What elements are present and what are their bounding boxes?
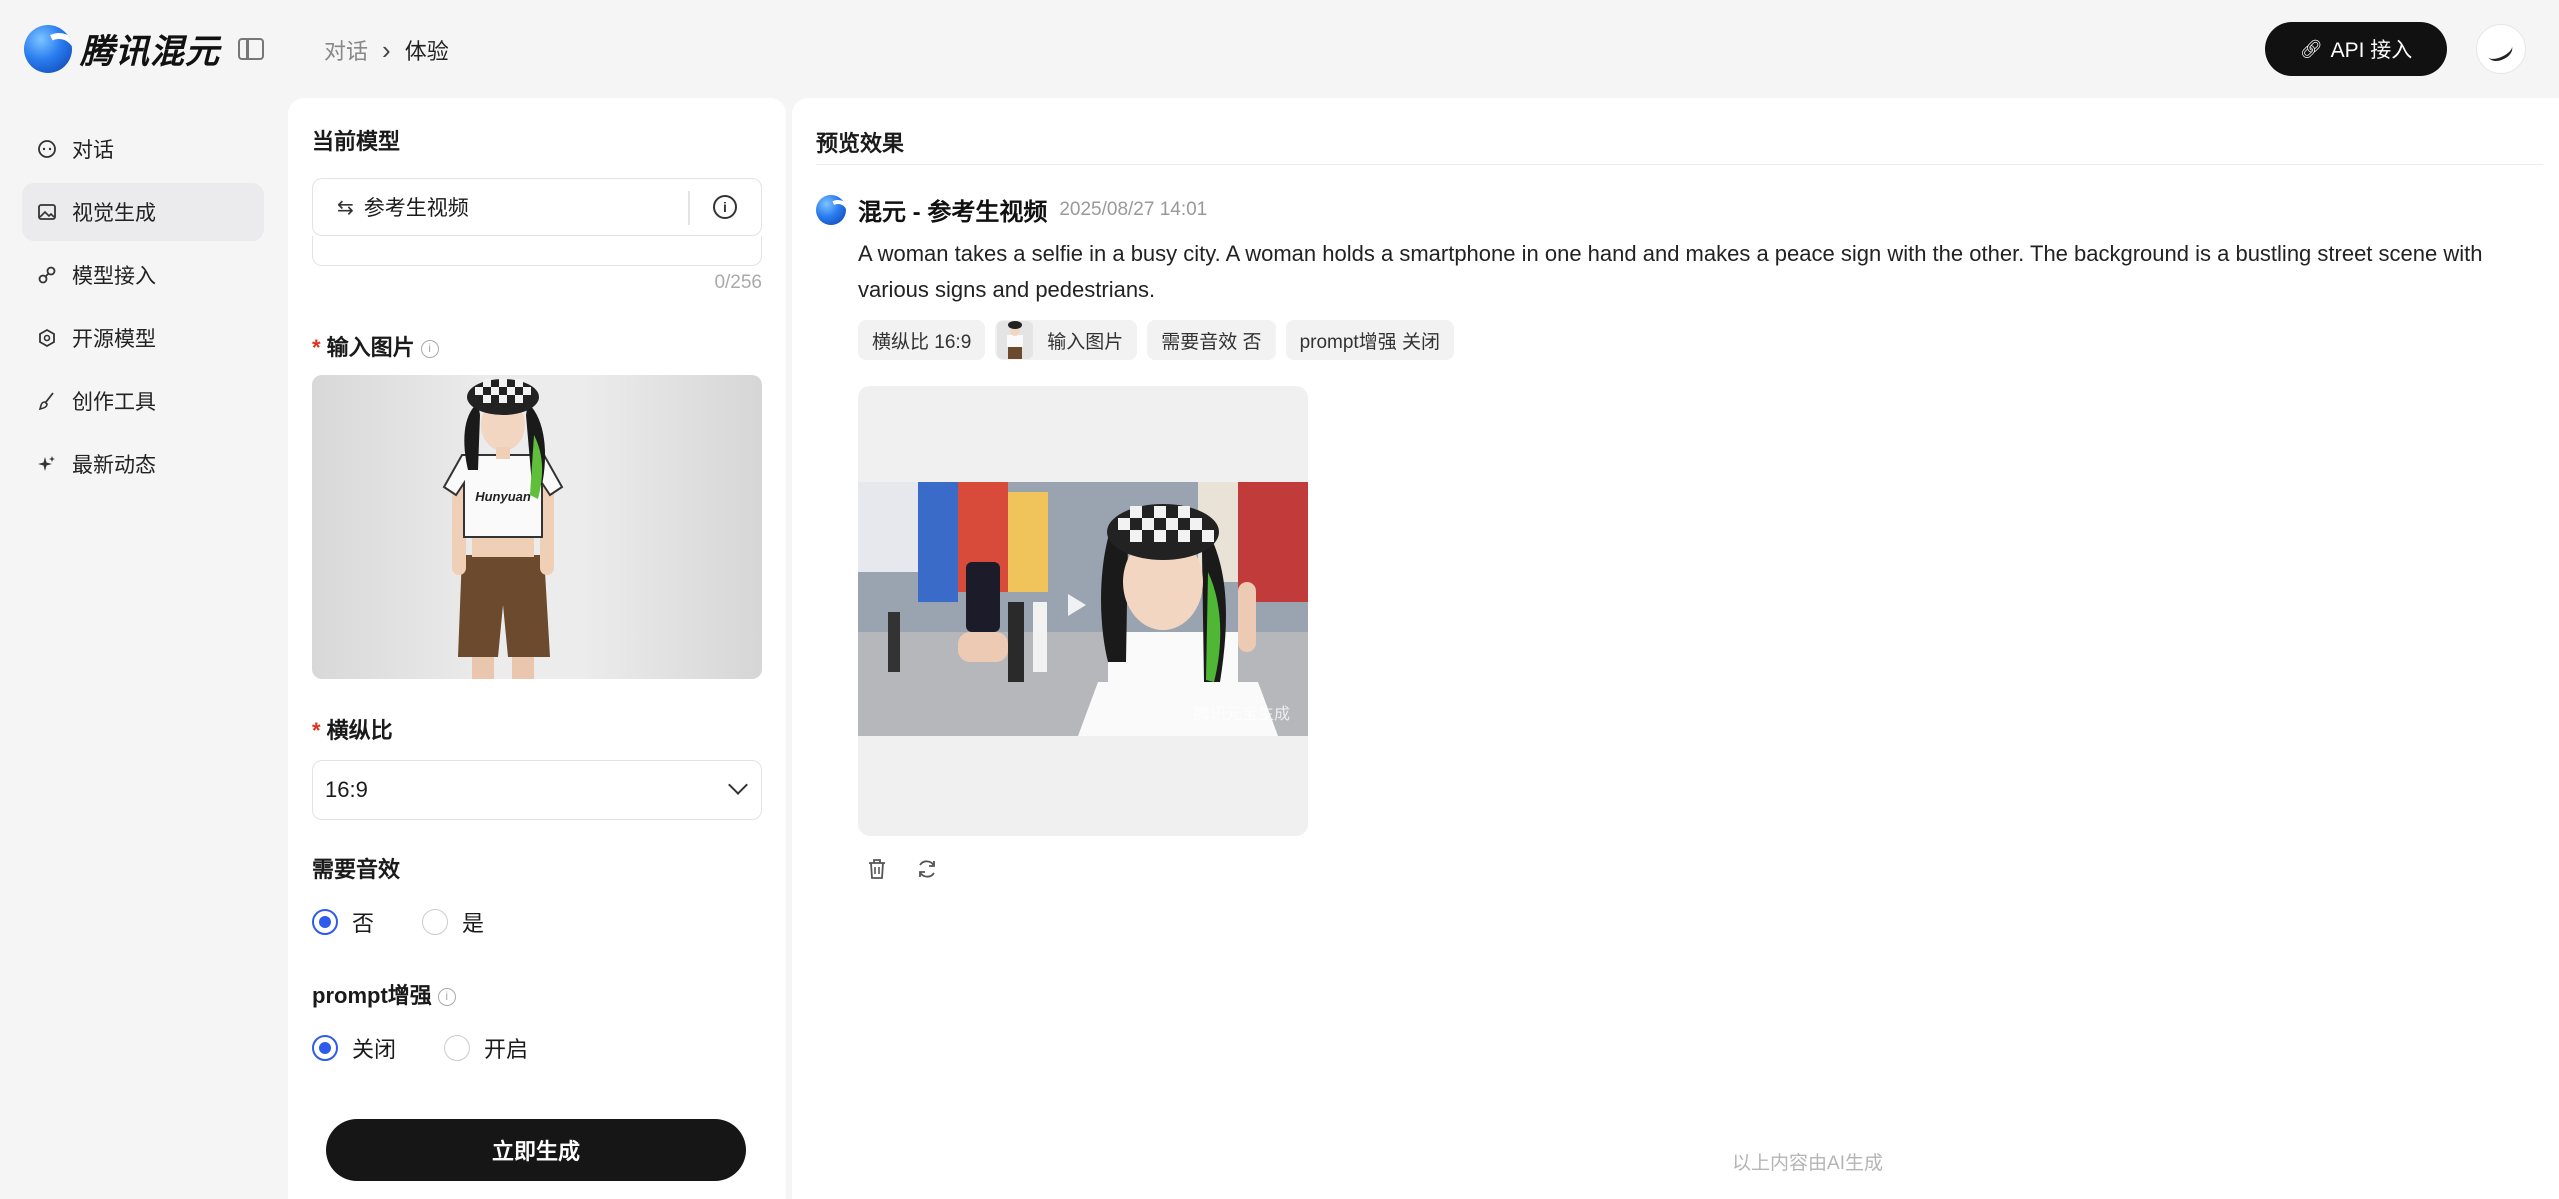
hunyuan-logo-icon xyxy=(816,194,846,225)
delete-icon[interactable] xyxy=(864,856,890,882)
radio-unselected-icon xyxy=(422,909,449,935)
prompt-enhance-radio-group: 关闭 开启 xyxy=(312,1032,576,1064)
aspect-ratio-label: 横纵比 xyxy=(326,718,393,743)
tag-aspect-ratio: 横纵比 16:9 xyxy=(858,320,986,360)
message-header: 混元 - 参考生视频 2025/08/27 14:01 xyxy=(816,192,1207,227)
ai-generated-note: 以上内容由AI生成 xyxy=(1732,1153,1883,1174)
top-bar: 腾讯混元 对话 › 体验 🔗︎ API 接入 xyxy=(0,0,2559,96)
prompt-enhance-label: prompt增强 xyxy=(312,983,432,1008)
chevron-down-icon xyxy=(728,775,748,795)
aspect-ratio-value: 16:9 xyxy=(325,777,368,802)
prompt-enhance-option-on[interactable]: 开启 xyxy=(444,1032,528,1064)
preview-title: 预览效果 xyxy=(816,131,905,156)
generate-button[interactable]: 立即生成 xyxy=(326,1119,746,1181)
sidebar-item-label: 开源模型 xyxy=(72,328,156,351)
sidebar-item-label: 对话 xyxy=(72,139,114,162)
audio-option-no[interactable]: 否 xyxy=(312,906,374,938)
message-timestamp: 2025/08/27 14:01 xyxy=(1059,198,1208,220)
sidebar-item-news[interactable]: 最新动态 xyxy=(22,435,264,493)
video-watermark: 腾讯元宝生成 xyxy=(1193,706,1290,723)
image-icon xyxy=(36,201,58,223)
settings-panel: 当前模型 ⇆ 参考生视频 i 0/256 * 输入图片 i Hunyuan * … xyxy=(288,98,786,1199)
logo[interactable]: 腾讯混元 xyxy=(24,24,220,73)
model-selector[interactable]: ⇆ 参考生视频 i xyxy=(312,178,762,236)
radio-selected-icon xyxy=(312,1035,338,1061)
play-icon[interactable] xyxy=(1068,594,1086,616)
sidebar-item-label: 模型接入 xyxy=(72,265,156,288)
swap-icon: ⇆ xyxy=(337,196,354,219)
audio-title: 需要音效 xyxy=(312,857,401,882)
message-author: 混元 - 参考生视频 xyxy=(858,199,1048,226)
video-result-card[interactable]: Hunyuan 腾讯元宝生成 xyxy=(858,386,1308,836)
video-thumbnail[interactable]: Hunyuan 腾讯元宝生成 xyxy=(858,482,1308,736)
sidebar-toggle-icon[interactable] xyxy=(238,38,264,60)
avatar[interactable] xyxy=(2476,24,2526,74)
sidebar-item-chat[interactable]: 对话 xyxy=(22,120,264,178)
sidebar-item-open-source[interactable]: 开源模型 xyxy=(22,309,264,367)
link-icon: 🔗︎ xyxy=(2299,38,2323,59)
breadcrumb: 对话 › 体验 xyxy=(324,34,449,66)
sparkle-icon xyxy=(36,453,58,475)
current-model-title: 当前模型 xyxy=(312,129,401,154)
tag-audio: 需要音效 否 xyxy=(1147,320,1276,360)
message-prompt: A woman takes a selfie in a busy city. A… xyxy=(858,241,2483,302)
radio-unselected-icon xyxy=(444,1035,471,1061)
radio-label: 是 xyxy=(462,911,485,936)
brush-icon xyxy=(36,390,58,412)
sidebar-item-label: 最新动态 xyxy=(72,454,156,477)
open-source-icon xyxy=(36,327,58,349)
audio-radio-group: 否 是 xyxy=(312,906,532,938)
tag-label: 输入图片 xyxy=(1047,331,1124,353)
tag-prompt-enhance: prompt增强 关闭 xyxy=(1285,320,1454,360)
aspect-ratio-title: * 横纵比 xyxy=(312,713,393,745)
input-image-title: * 输入图片 i xyxy=(312,330,439,362)
sidebar-nav: 对话 视觉生成 模型接入 开源模型 创作工具 最新动态 xyxy=(22,120,264,498)
hunyuan-logo-icon xyxy=(24,24,72,73)
message-actions xyxy=(864,856,964,882)
info-icon[interactable]: i xyxy=(713,195,737,219)
chevron-right-icon: › xyxy=(382,35,391,65)
regenerate-icon[interactable] xyxy=(914,856,940,882)
input-image-thumbnail xyxy=(997,321,1034,359)
prompt-input[interactable] xyxy=(312,236,762,266)
sidebar-item-creative-tools[interactable]: 创作工具 xyxy=(22,372,264,430)
preview-panel: 预览效果 混元 - 参考生视频 2025/08/27 14:01 A woman… xyxy=(792,98,2559,1199)
prompt-enhance-option-off[interactable]: 关闭 xyxy=(312,1032,396,1064)
prompt-char-counter: 0/256 xyxy=(714,272,762,293)
tag-input-image[interactable]: 输入图片 xyxy=(995,320,1138,360)
breadcrumb-item-current: 体验 xyxy=(404,39,449,64)
breadcrumb-item-chat[interactable]: 对话 xyxy=(324,34,368,66)
sidebar-item-visual-generation[interactable]: 视觉生成 xyxy=(22,183,264,241)
radio-label: 否 xyxy=(352,911,375,936)
radio-label: 开启 xyxy=(484,1037,529,1062)
chat-icon xyxy=(36,138,58,160)
model-name: 参考生视频 xyxy=(363,197,469,220)
parameter-tags: 横纵比 16:9 输入图片 需要音效 否 prompt增强 关闭 xyxy=(858,320,1464,360)
info-icon[interactable]: i xyxy=(420,340,439,359)
prompt-enhance-title: prompt增强 i xyxy=(312,978,456,1010)
woman-portrait-image: Hunyuan xyxy=(442,379,564,679)
sidebar-item-label: 视觉生成 xyxy=(72,202,156,225)
required-mark: * xyxy=(312,335,321,360)
aspect-ratio-select[interactable]: 16:9 xyxy=(312,760,762,820)
link-icon xyxy=(36,264,58,286)
divider xyxy=(688,191,690,225)
divider xyxy=(816,164,2543,165)
radio-selected-icon xyxy=(312,909,338,935)
input-image-label: 输入图片 xyxy=(326,335,415,360)
sidebar-item-label: 创作工具 xyxy=(72,391,156,414)
svg-text:Hunyuan: Hunyuan xyxy=(475,489,531,504)
required-mark: * xyxy=(312,718,321,743)
sidebar-item-model-access[interactable]: 模型接入 xyxy=(22,246,264,304)
logo-text: 腾讯混元 xyxy=(80,33,220,71)
uploaded-reference-image[interactable]: Hunyuan xyxy=(312,375,762,679)
radio-label: 关闭 xyxy=(352,1037,397,1062)
info-icon[interactable]: i xyxy=(437,988,456,1007)
api-access-button[interactable]: 🔗︎ API 接入 xyxy=(2265,22,2447,76)
audio-option-yes[interactable]: 是 xyxy=(422,906,484,938)
api-access-label: API 接入 xyxy=(2330,39,2413,62)
